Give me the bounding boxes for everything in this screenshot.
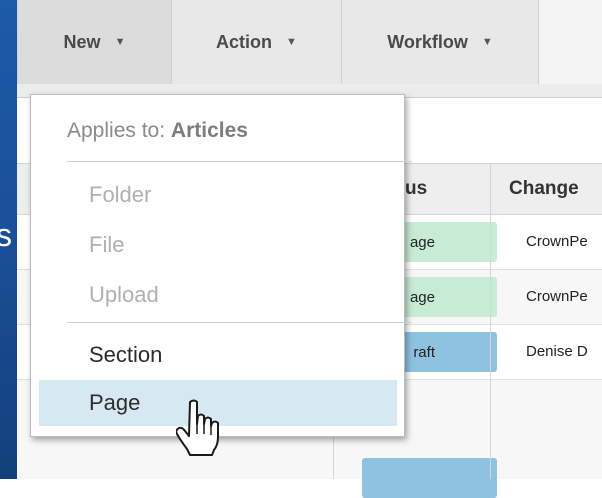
toolbar-spacer	[539, 0, 602, 84]
menu-separator	[67, 322, 412, 323]
workflow-button[interactable]: Workflow ▼	[342, 0, 539, 84]
new-dropdown-menu: Applies to: Articles Folder File Upload …	[30, 94, 412, 437]
status-badge	[362, 458, 497, 498]
column-header-status[interactable]: us	[405, 163, 490, 215]
menu-header-target: Articles	[170, 119, 248, 142]
chevron-down-icon: ▼	[481, 36, 493, 48]
new-button[interactable]: New ▼	[17, 0, 172, 84]
new-button-label: New	[63, 31, 101, 52]
column-header-changed[interactable]: Change	[490, 163, 602, 215]
menu-item-file[interactable]: File	[39, 222, 397, 268]
hand-pointer-icon	[176, 399, 219, 456]
menu-item-upload[interactable]: Upload	[39, 272, 397, 318]
menu-separator	[67, 161, 412, 162]
chevron-down-icon: ▼	[114, 36, 126, 48]
menu-item-section[interactable]: Section	[39, 332, 397, 378]
changed-by-cell: Denise D	[526, 343, 588, 360]
action-button[interactable]: Action ▼	[172, 0, 342, 84]
workflow-button-label: Workflow	[387, 31, 468, 52]
changed-by-cell: CrownPe	[526, 288, 588, 305]
menu-item-folder[interactable]: Folder	[39, 172, 397, 218]
action-button-label: Action	[216, 31, 273, 52]
chevron-down-icon: ▼	[286, 36, 297, 48]
changed-by-cell: CrownPe	[526, 233, 588, 250]
menu-header: Applies to: Articles	[67, 119, 248, 143]
menu-header-prefix: Applies to:	[67, 119, 171, 142]
slide-text-fragment: s	[0, 217, 12, 253]
column-divider	[490, 215, 491, 479]
